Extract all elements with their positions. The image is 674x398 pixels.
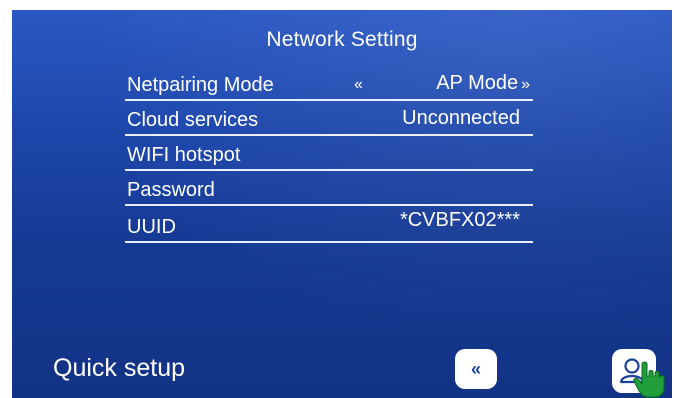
password-label: Password	[127, 179, 215, 201]
mode-next-arrow-icon[interactable]: »	[521, 76, 530, 93]
netpairing-mode-value: AP Mode	[436, 72, 519, 94]
double-left-arrow-icon: «	[470, 358, 481, 379]
hand-pointer-icon	[633, 361, 665, 398]
mode-prev-arrow-icon[interactable]: «	[354, 76, 363, 94]
page-title: Network Setting	[266, 28, 418, 51]
uuid-row: UUID *CVBFX02***	[125, 206, 533, 243]
wifi-hotspot-row[interactable]: WIFI hotspot	[125, 136, 533, 171]
settings-list: Netpairing Mode « AP Mode» Cloud service…	[125, 66, 533, 243]
device-frame: Network Setting Netpairing Mode « AP Mod…	[0, 0, 674, 398]
password-row[interactable]: Password	[125, 171, 533, 206]
network-setting-screen: Network Setting Netpairing Mode « AP Mod…	[12, 10, 672, 398]
quick-setup-label[interactable]: Quick setup	[53, 354, 185, 383]
uuid-value: *CVBFX02***	[399, 209, 520, 231]
netpairing-mode-row[interactable]: Netpairing Mode « AP Mode»	[125, 66, 533, 101]
cloud-services-row[interactable]: Cloud services Unconnected	[125, 101, 533, 136]
cloud-services-label: Cloud services	[127, 109, 259, 131]
netpairing-mode-label: Netpairing Mode	[127, 74, 274, 96]
uuid-label: UUID	[127, 216, 176, 238]
netpairing-mode-value-group: AP Mode»	[436, 72, 530, 95]
cloud-services-status: Unconnected	[402, 107, 520, 129]
back-button[interactable]: «	[455, 349, 497, 389]
wifi-hotspot-label: WIFI hotspot	[127, 144, 241, 166]
